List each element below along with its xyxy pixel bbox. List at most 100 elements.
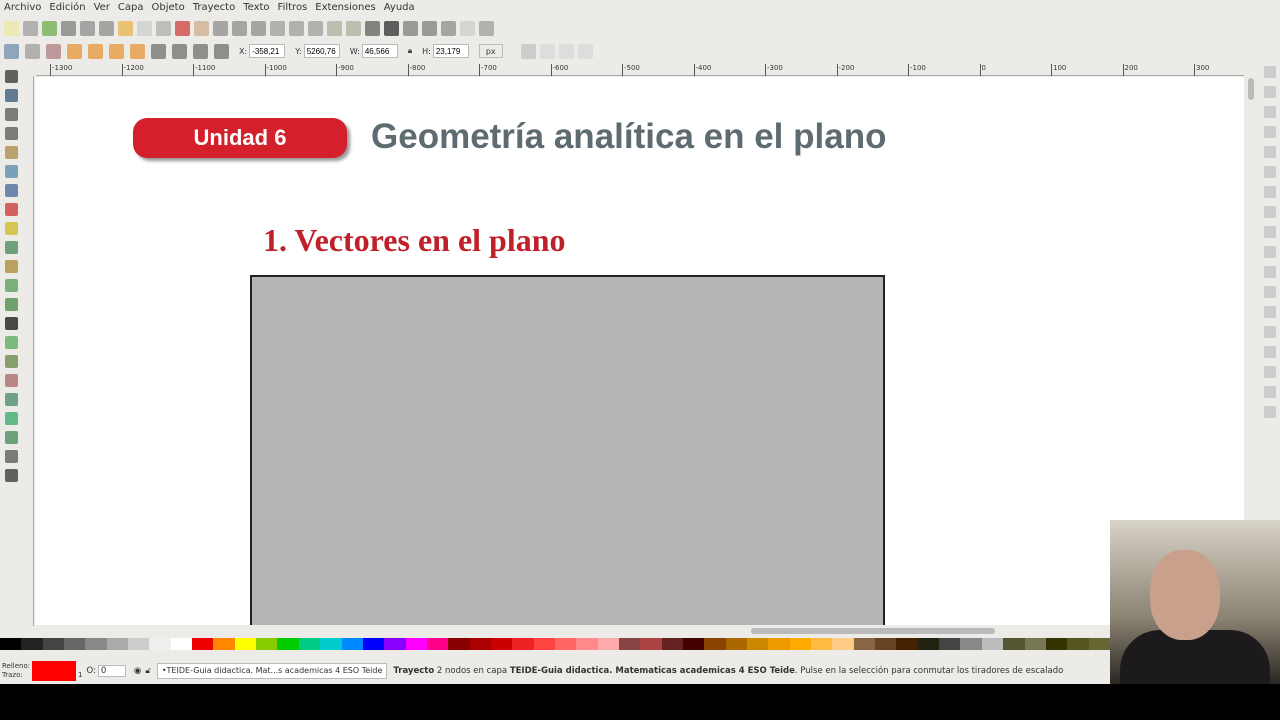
lock-layer-icon[interactable]: 🔓︎ (145, 666, 151, 676)
menu-5[interactable]: Trayecto (193, 0, 236, 16)
palette-swatch[interactable] (448, 638, 470, 650)
toolbar-button-icon[interactable] (327, 20, 342, 36)
toolbar-button-icon[interactable] (99, 20, 114, 36)
tool-icon[interactable] (4, 393, 18, 406)
snap-icon[interactable] (1264, 166, 1276, 178)
toolbar-button-icon[interactable] (422, 20, 437, 36)
snap-icon[interactable] (1264, 266, 1276, 278)
toolbar-button-icon[interactable] (308, 20, 323, 36)
menu-1[interactable]: Edición (49, 0, 85, 16)
tool-icon[interactable] (4, 355, 18, 368)
toolbar-button-icon[interactable] (403, 20, 418, 36)
palette-swatch[interactable] (277, 638, 299, 650)
snap-icon[interactable] (1264, 126, 1276, 138)
gray-rectangle[interactable] (250, 275, 885, 625)
toolbar-button-icon[interactable] (194, 20, 209, 36)
menu-9[interactable]: Ayuda (384, 0, 415, 16)
palette-swatch[interactable] (960, 638, 982, 650)
palette-swatch[interactable] (576, 638, 598, 650)
tool-icon[interactable] (4, 241, 18, 254)
tool-icon[interactable] (4, 431, 18, 444)
palette-swatch[interactable] (426, 638, 449, 650)
palette-swatch[interactable] (939, 638, 961, 650)
toolbar-button-icon[interactable] (365, 20, 380, 36)
scale-corners-toggle[interactable] (539, 43, 555, 59)
tool-icon[interactable] (4, 260, 18, 273)
palette-swatch[interactable] (618, 638, 641, 650)
palette-swatch[interactable] (21, 638, 43, 650)
palette-swatch[interactable] (1003, 638, 1025, 650)
toolbar-button-icon[interactable] (289, 20, 304, 36)
tool-icon[interactable] (4, 469, 18, 482)
palette-swatch[interactable] (42, 638, 65, 650)
palette-swatch[interactable] (1045, 638, 1068, 650)
snap-icon[interactable] (1264, 346, 1276, 358)
palette-swatch[interactable] (875, 638, 897, 650)
transform-button-icon[interactable] (214, 43, 229, 59)
horizontal-scrollbar[interactable] (35, 626, 1244, 636)
palette-swatch[interactable] (832, 638, 854, 650)
toolbar-button-icon[interactable] (61, 20, 76, 36)
toolbar-button-icon[interactable] (80, 20, 95, 36)
menu-3[interactable]: Capa (118, 0, 144, 16)
snap-icon[interactable] (1264, 246, 1276, 258)
palette-swatch[interactable] (298, 638, 321, 650)
snap-icon[interactable] (1264, 326, 1276, 338)
snap-icon[interactable] (1264, 86, 1276, 98)
transform-button-icon[interactable] (193, 43, 208, 59)
toolbar-button-icon[interactable] (460, 20, 475, 36)
tool-icon[interactable] (4, 146, 18, 159)
palette-swatch[interactable] (170, 638, 193, 650)
section-heading[interactable]: 1. Vectores en el plano (263, 222, 566, 259)
tool-icon[interactable] (4, 317, 18, 330)
move-gradients-toggle[interactable] (558, 43, 574, 59)
toolbar-button-icon[interactable] (251, 20, 266, 36)
transform-button-icon[interactable] (46, 43, 61, 59)
snap-icon[interactable] (1264, 406, 1276, 418)
toolbar-button-icon[interactable] (479, 20, 494, 36)
tool-icon[interactable] (4, 298, 18, 311)
palette-swatch[interactable] (981, 638, 1004, 650)
toolbar-button-icon[interactable] (213, 20, 228, 36)
snap-icon[interactable] (1264, 226, 1276, 238)
palette-swatch[interactable] (853, 638, 876, 650)
toolbar-button-icon[interactable] (23, 20, 38, 36)
snap-icon[interactable] (1264, 186, 1276, 198)
menu-4[interactable]: Objeto (152, 0, 185, 16)
tool-icon[interactable] (4, 279, 18, 292)
toolbar-button-icon[interactable] (118, 20, 133, 36)
scale-stroke-toggle[interactable] (520, 43, 536, 59)
palette-swatch[interactable] (747, 638, 769, 650)
palette-swatch[interactable] (1088, 638, 1110, 650)
fill-stroke-swatch[interactable] (32, 661, 76, 681)
tool-icon[interactable] (4, 108, 18, 121)
palette-swatch[interactable] (192, 638, 214, 650)
snap-icon[interactable] (1264, 386, 1276, 398)
palette-swatch[interactable] (554, 638, 577, 650)
snap-icon[interactable] (1264, 206, 1276, 218)
palette-swatch[interactable] (789, 638, 812, 650)
tool-icon[interactable] (4, 70, 18, 83)
palette-swatch[interactable] (64, 638, 86, 650)
palette-swatch[interactable] (640, 638, 662, 650)
palette-swatch[interactable] (85, 638, 107, 650)
tool-icon[interactable] (4, 89, 18, 102)
toolbar-button-icon[interactable] (137, 20, 152, 36)
transform-button-icon[interactable] (4, 43, 19, 59)
menu-6[interactable]: Texto (243, 0, 269, 16)
toolbar-button-icon[interactable] (384, 20, 399, 36)
transform-button-icon[interactable] (130, 43, 145, 59)
toolbar-button-icon[interactable] (175, 20, 190, 36)
transform-button-icon[interactable] (25, 43, 40, 59)
snap-icon[interactable] (1264, 146, 1276, 158)
palette-swatch[interactable] (213, 638, 235, 650)
canvas[interactable]: Unidad 6 Geometría analítica en el plano… (35, 77, 1244, 625)
palette-swatch[interactable] (149, 638, 171, 650)
h-input[interactable] (432, 44, 469, 58)
lock-icon[interactable]: 🔒︎ (408, 46, 412, 56)
palette-swatch[interactable] (320, 638, 342, 650)
palette-swatch[interactable] (234, 638, 257, 650)
palette-swatch[interactable] (106, 638, 129, 650)
palette-swatch[interactable] (512, 638, 534, 650)
menu-0[interactable]: Archivo (4, 0, 41, 16)
